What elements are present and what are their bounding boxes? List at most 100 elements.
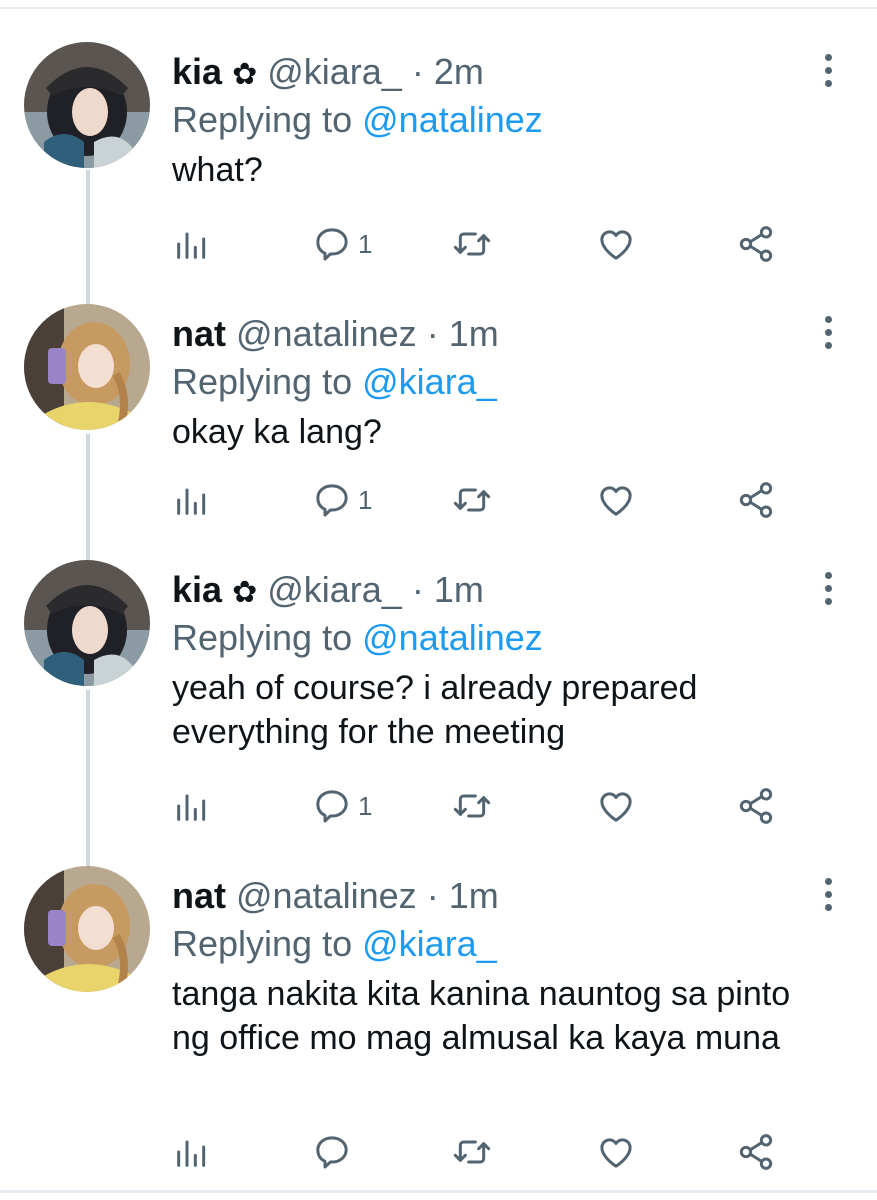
thread-connector (86, 170, 90, 304)
retweet-icon (453, 1140, 491, 1164)
avatar[interactable] (24, 42, 150, 168)
mention-link[interactable]: @kiara_ (362, 361, 497, 402)
reply-button[interactable] (312, 1130, 358, 1174)
timestamp[interactable]: 1m (434, 569, 484, 610)
mention-link[interactable]: @kiara_ (362, 923, 497, 964)
thread-connector (86, 434, 90, 560)
like-icon (600, 792, 632, 822)
separator-dot: · (426, 313, 439, 354)
share-icon (739, 788, 773, 824)
thread-connector (86, 690, 90, 868)
timestamp[interactable]: 1m (449, 313, 499, 354)
analytics-button[interactable] (172, 478, 212, 522)
display-name[interactable]: nat (172, 313, 226, 354)
retweet-icon (453, 794, 491, 818)
retweet-button[interactable] (452, 222, 492, 266)
more-icon[interactable] (823, 316, 833, 356)
replying-label: Replying to (172, 923, 353, 964)
separator-dot: · (411, 51, 424, 92)
tweet-actions: 1 (172, 784, 792, 828)
analytics-icon (177, 232, 206, 259)
top-divider (0, 7, 877, 9)
bottom-divider (0, 1190, 877, 1193)
separator-dot: · (411, 569, 424, 610)
reply-count: 1 (358, 484, 373, 515)
display-name[interactable]: nat (172, 875, 226, 916)
reply-count: 1 (358, 228, 373, 259)
replying-label: Replying to (172, 99, 353, 140)
more-icon[interactable] (823, 54, 833, 94)
share-button[interactable] (736, 784, 776, 828)
avatar-kia-image (24, 560, 150, 686)
avatar-kia-image (24, 42, 150, 168)
like-button[interactable] (596, 1130, 636, 1174)
tweet-header: nat @natalinez · 1m (172, 874, 837, 918)
avatar-nat-image (24, 866, 150, 992)
timestamp[interactable]: 2m (434, 51, 484, 92)
analytics-button[interactable] (172, 1130, 212, 1174)
like-button[interactable] (596, 478, 636, 522)
tweet-actions: 1 (172, 222, 792, 266)
retweet-icon (453, 232, 491, 256)
separator-dot: · (426, 875, 439, 916)
like-button[interactable] (596, 784, 636, 828)
retweet-button[interactable] (452, 1130, 492, 1174)
analytics-button[interactable] (172, 784, 212, 828)
analytics-icon (177, 1140, 206, 1167)
avatar[interactable] (24, 866, 150, 992)
reply-count: 1 (358, 790, 373, 821)
tweet-text: what? (172, 151, 263, 189)
mention-link[interactable]: @natalinez (362, 99, 543, 140)
tweet-actions (172, 1130, 792, 1174)
flower-badge-icon: ✿ (232, 576, 258, 609)
share-button[interactable] (736, 222, 776, 266)
replying-label: Replying to (172, 361, 353, 402)
reply-icon (316, 790, 348, 823)
reply-button[interactable]: 1 (312, 784, 372, 828)
timestamp[interactable]: 1m (449, 875, 499, 916)
share-button[interactable] (736, 478, 776, 522)
flower-badge-icon: ✿ (232, 58, 258, 91)
analytics-icon (177, 794, 206, 821)
analytics-button[interactable] (172, 222, 212, 266)
replying-to: Replying to @natalinez (172, 616, 837, 660)
share-button[interactable] (736, 1130, 776, 1174)
share-icon (739, 482, 773, 518)
user-handle[interactable]: @kiara_ (267, 569, 402, 610)
user-handle[interactable]: @natalinez (236, 875, 417, 916)
like-icon (600, 230, 632, 260)
like-icon (600, 1138, 632, 1168)
reply-button[interactable]: 1 (312, 478, 372, 522)
display-name[interactable]: kia (172, 51, 222, 92)
more-icon[interactable] (823, 878, 833, 918)
display-name[interactable]: kia (172, 569, 222, 610)
like-icon (600, 486, 632, 516)
retweet-button[interactable] (452, 784, 492, 828)
avatar[interactable] (24, 560, 150, 686)
reply-button[interactable]: 1 (312, 222, 372, 266)
replying-label: Replying to (172, 617, 353, 658)
replying-to: Replying to @kiara_ (172, 360, 837, 404)
retweet-icon (453, 488, 491, 512)
tweet-text: yeah of course? i already prepared every… (172, 669, 698, 751)
avatar[interactable] (24, 304, 150, 430)
analytics-icon (177, 488, 206, 515)
reply-icon (316, 1136, 348, 1169)
replying-to: Replying to @kiara_ (172, 922, 837, 966)
retweet-button[interactable] (452, 478, 492, 522)
user-handle[interactable]: @natalinez (236, 313, 417, 354)
like-button[interactable] (596, 222, 636, 266)
more-icon[interactable] (823, 572, 833, 612)
tweet-text: tanga nakita kita kanina nauntog sa pint… (172, 975, 791, 1057)
tweet-actions: 1 (172, 478, 792, 522)
mention-link[interactable]: @natalinez (362, 617, 543, 658)
replying-to: Replying to @natalinez (172, 98, 837, 142)
share-icon (739, 226, 773, 262)
share-icon (739, 1134, 773, 1170)
tweet-header: nat @natalinez · 1m (172, 312, 837, 356)
reply-icon (316, 484, 348, 517)
user-handle[interactable]: @kiara_ (267, 51, 402, 92)
avatar-nat-image (24, 304, 150, 430)
tweet-text: okay ka lang? (172, 413, 382, 451)
reply-icon (316, 228, 348, 261)
